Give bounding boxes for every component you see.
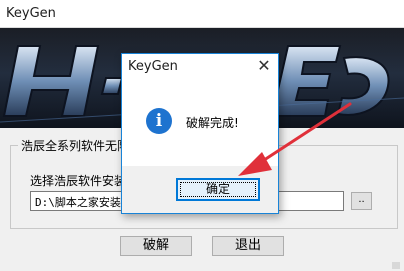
browse-button[interactable]: .. [351, 192, 372, 210]
main-title-bar[interactable]: KeyGen [0, 0, 404, 28]
install-path-label: 选择浩辰软件安装 [30, 174, 127, 188]
close-icon[interactable]: ✕ [254, 56, 274, 76]
dialog-title: KeyGen [128, 59, 178, 74]
dialog-title-bar[interactable]: KeyGen ✕ [122, 54, 278, 80]
group-box-title: 浩辰全系列软件无限 [18, 137, 133, 154]
exit-button[interactable]: 退出 [212, 236, 284, 256]
dialog-footer: 确定 [122, 166, 278, 213]
dialog-message: 破解完成! [186, 116, 239, 130]
message-box-dialog: KeyGen ✕ i 破解完成! 确定 [121, 53, 279, 214]
crack-button[interactable]: 破解 [120, 236, 192, 256]
info-icon: i [146, 108, 172, 134]
focus-rectangle [180, 182, 256, 197]
resize-grip [392, 262, 400, 269]
main-window-title: KeyGen [6, 6, 56, 21]
ok-button[interactable]: 确定 [176, 178, 260, 201]
